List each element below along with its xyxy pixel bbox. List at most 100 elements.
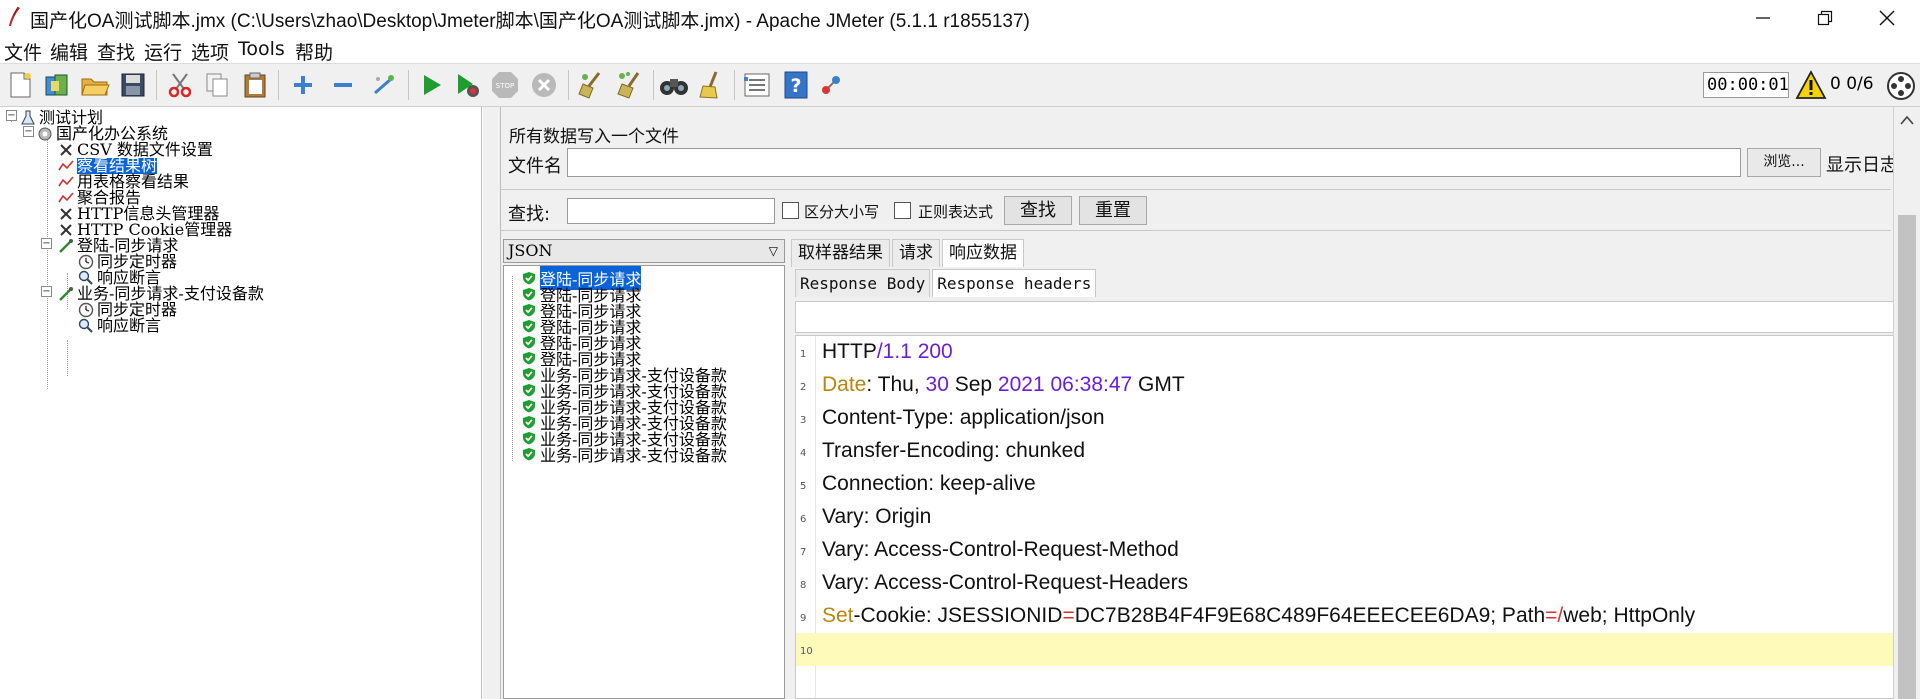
warning-icon[interactable] [1795, 70, 1827, 100]
tree-expander[interactable]: − [23, 126, 34, 137]
tree-expander[interactable]: − [41, 286, 52, 297]
check-shield-icon [523, 272, 535, 285]
line-number: 9 [800, 613, 807, 624]
browse-button[interactable]: 浏览... [1747, 148, 1821, 177]
test-plan-tree[interactable]: − 测试计划 − 国产化办公系统 CSV 数据文件设置 察看结果树 用表格察看结… [0, 107, 482, 699]
vertical-scrollbar[interactable] [1893, 107, 1920, 699]
collapse-all-button[interactable] [326, 68, 360, 102]
main-splitter[interactable] [483, 107, 501, 699]
elapsed-timer: 00:00:01 [1703, 72, 1789, 98]
templates-icon [45, 74, 68, 96]
save-button[interactable] [116, 68, 150, 102]
log-display-label[interactable]: 显示日志 [1826, 151, 1898, 177]
tree-expander[interactable]: − [41, 238, 52, 249]
regex-checkbox[interactable] [894, 202, 911, 219]
sample-row[interactable]: 业务-同步请求-支付设备款 [522, 446, 727, 465]
restore-button[interactable] [1794, 0, 1856, 35]
check-shield-icon [523, 368, 535, 381]
minimize-button[interactable] [1732, 0, 1794, 35]
code-line: 7 Vary: Access-Control-Request-Method [796, 534, 1920, 567]
menu-edit[interactable]: 编辑 [50, 38, 88, 65]
menu-run[interactable]: 运行 [144, 38, 182, 65]
reset-search-button[interactable] [694, 68, 728, 102]
help-button[interactable]: ? [779, 68, 813, 102]
open-folder-icon [81, 78, 110, 96]
menu-options[interactable]: 选项 [191, 38, 229, 65]
check-shield-icon [523, 336, 535, 349]
paste-button[interactable] [238, 68, 272, 102]
jmeter-feather-icon [9, 6, 20, 26]
code-line: 8 Vary: Access-Control-Request-Headers [796, 567, 1920, 600]
tab-request[interactable]: 请求 [892, 239, 940, 267]
line-text: Transfer-Encoding: chunked [822, 439, 1085, 463]
tree-node-response-assertion-2[interactable]: 响应断言 [78, 318, 161, 334]
line-text: Vary: Origin [822, 505, 931, 529]
toggle-button[interactable] [366, 68, 400, 102]
line-number: 7 [800, 547, 807, 558]
response-headers-text[interactable]: 1 HTTP/1.1 200 2 Date: Thu, 30 Sep 2021 06:… [795, 335, 1920, 699]
save-disk-icon [121, 73, 145, 97]
tab-response-data[interactable]: 响应数据 [942, 239, 1024, 267]
tab-sampler-result[interactable]: 取样器结果 [791, 239, 890, 267]
token: Content-Type: application/json [822, 406, 1105, 429]
expand-all-button[interactable] [286, 68, 320, 102]
clear-button[interactable] [574, 68, 608, 102]
play-icon [424, 75, 441, 95]
code-line: 6 Vary: Origin [796, 501, 1920, 534]
close-button[interactable] [1856, 0, 1918, 35]
renderer-select[interactable]: JSON ▽ [503, 239, 785, 263]
copy-button[interactable] [200, 68, 234, 102]
remote-status-icon [1887, 72, 1915, 100]
start-no-pauses-button[interactable] [450, 68, 484, 102]
binoculars-icon [660, 79, 688, 95]
code-line: 1 HTTP/1.1 200 [796, 336, 1920, 369]
pipette-icon [59, 287, 73, 301]
start-button[interactable] [414, 68, 448, 102]
toolbar-separator [653, 70, 654, 100]
stop-button[interactable]: STOP [488, 68, 522, 102]
cut-button[interactable] [163, 68, 197, 102]
check-shield-icon [523, 304, 535, 317]
menu-search[interactable]: 查找 [97, 38, 135, 65]
check-shield-icon [523, 320, 535, 333]
tab-response-body[interactable]: Response Body [795, 269, 931, 297]
search-input[interactable] [567, 198, 775, 224]
response-subtabs: Response Body Response headers [795, 269, 1098, 297]
tab-response-headers[interactable]: Response headers [932, 269, 1097, 297]
token: Connection: keep-alive [822, 472, 1036, 495]
graph-icon [58, 192, 74, 203]
shutdown-button[interactable] [527, 68, 561, 102]
menu-bar: 文件 编辑 查找 运行 选项 Tools 帮助 [0, 35, 1920, 65]
scrollbar-thumb[interactable] [1898, 215, 1916, 699]
results-panel: 所有数据写入一个文件 文件名 浏览... 显示日志 查找: 区分大小写 正则表达… [501, 107, 1920, 699]
templates-button[interactable] [40, 68, 74, 102]
find-button[interactable]: 查找 [1004, 196, 1072, 225]
clear-all-button[interactable] [612, 68, 646, 102]
function-helper-button[interactable] [740, 68, 774, 102]
menu-help[interactable]: 帮助 [295, 38, 333, 65]
open-button[interactable] [78, 68, 112, 102]
restore-icon [1817, 10, 1833, 25]
line-text: Date: Thu, 30 Sep 2021 06:38:47 GMT [822, 373, 1185, 397]
sample-result-list[interactable]: 登陆-同步请求 登陆-同步请求 登陆-同步请求 登陆-同步请求 登陆-同步请求 登陆-同步… [503, 265, 785, 699]
case-sensitive-checkbox[interactable] [782, 202, 799, 219]
new-button[interactable] [4, 68, 38, 102]
menu-file[interactable]: 文件 [4, 38, 42, 65]
scroll-up-arrow-icon[interactable] [1900, 115, 1914, 125]
tree-expander[interactable]: − [6, 110, 17, 121]
gear-icon [38, 127, 52, 141]
menu-tools[interactable]: Tools [238, 38, 285, 60]
reset-button[interactable]: 重置 [1079, 196, 1147, 225]
remote-button[interactable] [814, 68, 848, 102]
copy-icon [206, 73, 228, 97]
broom-icon [699, 71, 718, 99]
scissors-icon [60, 224, 72, 236]
magnifier-icon [78, 318, 93, 333]
filename-input[interactable] [567, 148, 1741, 177]
check-shield-icon [523, 416, 535, 429]
token: = [1062, 604, 1075, 627]
token: -Cookie: JSESSIONID [853, 604, 1063, 627]
timer-icon [78, 254, 94, 270]
search-section: 查找: 区分大小写 正则表达式 查找 重置 [501, 189, 1891, 231]
search-button[interactable] [657, 68, 691, 102]
